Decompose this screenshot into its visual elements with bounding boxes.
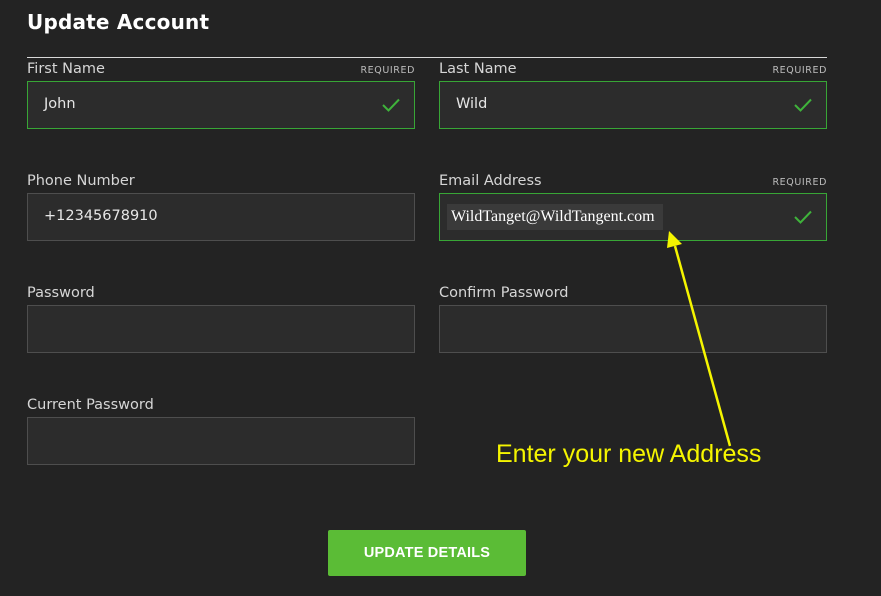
phone-input[interactable]: +12345678910: [27, 193, 415, 241]
checkmark-icon: [794, 210, 812, 224]
email-value: WildTanget@WildTangent.com: [447, 204, 663, 230]
checkmark-icon: [794, 98, 812, 112]
page-title: Update Account: [27, 10, 210, 34]
last-name-input[interactable]: Wild: [439, 81, 827, 129]
update-details-button[interactable]: UPDATE DETAILS: [328, 530, 526, 576]
current-password-input[interactable]: [27, 417, 415, 465]
confirm-password-label: Confirm Password: [439, 285, 569, 301]
required-indicator: REQUIRED: [772, 65, 827, 76]
email-label: Email Address: [439, 173, 542, 189]
confirm-password-input[interactable]: [439, 305, 827, 353]
password-input[interactable]: [27, 305, 415, 353]
required-indicator: REQUIRED: [360, 65, 415, 76]
first-name-input[interactable]: John: [27, 81, 415, 129]
phone-label: Phone Number: [27, 173, 135, 189]
email-input[interactable]: WildTanget@WildTangent.com: [439, 193, 827, 241]
password-label: Password: [27, 285, 95, 301]
last-name-label: Last Name: [439, 61, 517, 77]
first-name-label: First Name: [27, 61, 105, 77]
annotation-label: Enter your new Address: [496, 440, 762, 468]
title-divider: [27, 57, 827, 58]
first-name-value: John: [44, 96, 76, 112]
required-indicator: REQUIRED: [772, 177, 827, 188]
current-password-label: Current Password: [27, 397, 154, 413]
last-name-value: Wild: [456, 96, 488, 112]
checkmark-icon: [382, 98, 400, 112]
phone-value: +12345678910: [44, 208, 158, 224]
